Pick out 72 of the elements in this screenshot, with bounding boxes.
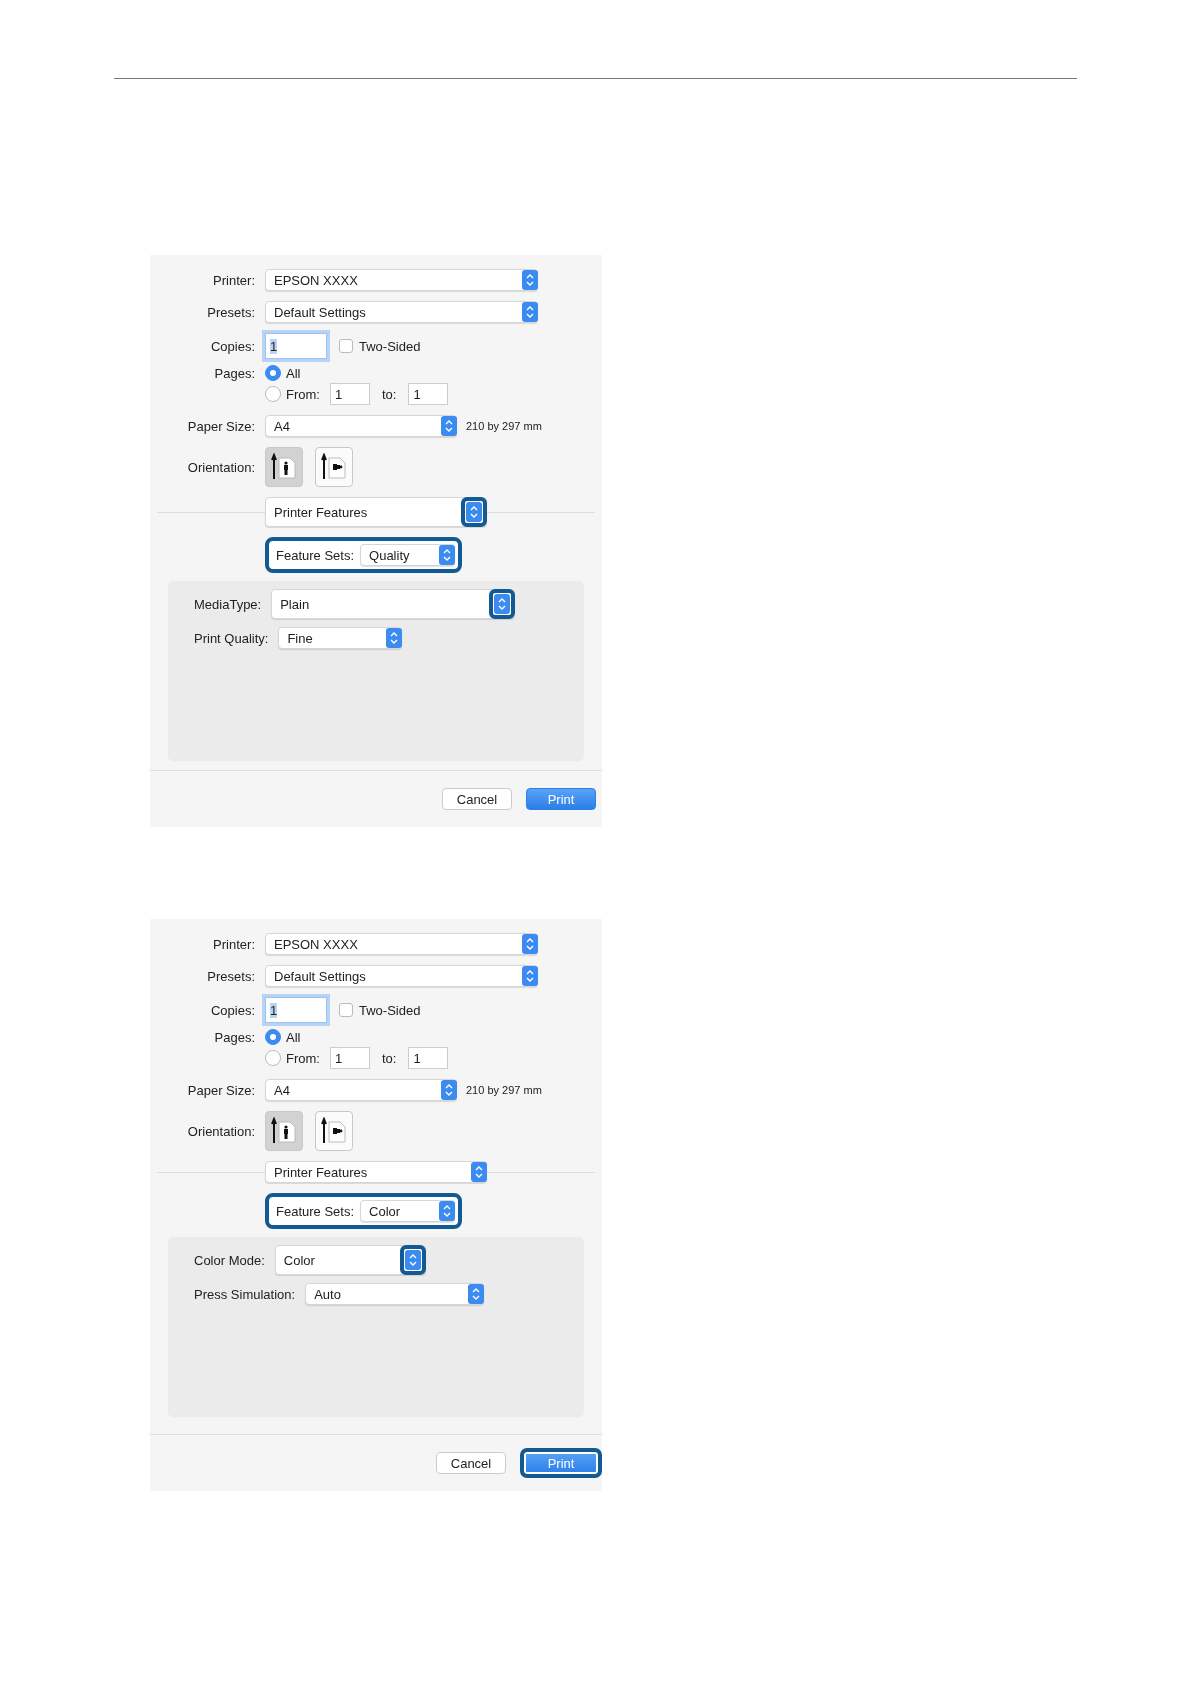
stepper-icon (522, 302, 538, 322)
field-label: Printer: (212, 936, 255, 952)
field-label: Presets: (206, 968, 255, 984)
landscape-button[interactable] (315, 447, 353, 487)
field-label: Pages: (213, 1029, 255, 1045)
setting-dropdown[interactable]: Fine (278, 627, 403, 649)
checkbox-label: Two-Sided (359, 1002, 421, 1018)
field-label: Copies: (209, 338, 255, 354)
setting-dropdown[interactable]: Plain (271, 589, 516, 619)
field-label: Feature Sets: (276, 547, 355, 563)
field-label: Press Simulation: (194, 1286, 296, 1302)
printer-dropdown[interactable]: EPSON XXXX (265, 933, 538, 955)
radio-label: From: (286, 386, 320, 402)
stepper-icon (522, 966, 538, 986)
field-label: MediaType: (194, 596, 262, 612)
stepper-icon (441, 416, 457, 436)
stepper-icon (439, 1201, 456, 1221)
presets-dropdown[interactable]: Default Settings (265, 301, 538, 323)
setting-dropdown[interactable]: Auto (305, 1283, 485, 1305)
radio-label: All (286, 365, 301, 381)
portrait-page-icon (271, 453, 297, 481)
landscape-page-icon (321, 1117, 347, 1145)
field-label: Color Mode: (194, 1252, 265, 1268)
copies-field[interactable]: 1 (265, 997, 327, 1023)
printer-dropdown[interactable]: EPSON XXXX (265, 269, 538, 291)
radio-button[interactable] (265, 365, 281, 381)
page-from-field[interactable]: 1 (329, 1047, 370, 1069)
field-label: Orientation: (186, 1123, 255, 1139)
stepper-icon (522, 934, 538, 954)
field-label: Orientation: (186, 459, 255, 475)
radio-label: From: (286, 1050, 320, 1066)
field-label: Paper Size: (186, 418, 255, 434)
stepper-icon (439, 545, 456, 565)
stepper-icon (441, 1080, 457, 1100)
landscape-page-icon (321, 453, 347, 481)
checkbox[interactable] (339, 1003, 353, 1017)
field-label: Presets: (206, 304, 255, 320)
copies-field[interactable]: 1 (265, 333, 327, 359)
portrait-button[interactable] (265, 1111, 303, 1151)
field-label: to: (381, 386, 397, 402)
cancel-button[interactable]: Cancel (436, 1452, 506, 1474)
field-label: Pages: (213, 365, 255, 381)
page-to-field[interactable]: 1 (408, 383, 449, 405)
presets-dropdown[interactable]: Default Settings (265, 965, 538, 987)
cancel-button[interactable]: Cancel (442, 788, 512, 810)
field-label: Feature Sets: (276, 1203, 355, 1219)
setting-dropdown[interactable]: Color (274, 1245, 426, 1275)
portrait-button[interactable] (265, 447, 303, 487)
feature-sets-dropdown[interactable]: Color (360, 1200, 456, 1222)
section-dropdown[interactable]: Printer Features (265, 1161, 487, 1183)
page-to-field[interactable]: 1 (408, 1047, 449, 1069)
paper-dimensions: 210 by 297 mm (466, 420, 542, 432)
paper-size-dropdown[interactable]: A4 (265, 415, 457, 437)
page-from-field[interactable]: 1 (329, 383, 370, 405)
section-dropdown[interactable]: Printer Features (265, 497, 487, 527)
checkbox-label: Two-Sided (359, 338, 421, 354)
radio-button[interactable] (265, 1029, 281, 1045)
stepper-icon (522, 270, 538, 290)
field-label: to: (381, 1050, 397, 1066)
portrait-page-icon (271, 1117, 297, 1145)
field-label: Print Quality: (194, 630, 269, 646)
landscape-button[interactable] (315, 1111, 353, 1151)
checkbox[interactable] (339, 339, 353, 353)
radio-label: All (286, 1029, 301, 1045)
radio-button[interactable] (265, 1050, 281, 1066)
field-label: Printer: (212, 272, 255, 288)
field-label: Paper Size: (186, 1082, 255, 1098)
radio-button[interactable] (265, 386, 281, 402)
paper-dimensions: 210 by 297 mm (466, 1084, 542, 1096)
field-label: Copies: (209, 1002, 255, 1018)
paper-size-dropdown[interactable]: A4 (265, 1079, 457, 1101)
feature-sets-dropdown[interactable]: Quality (360, 544, 456, 566)
